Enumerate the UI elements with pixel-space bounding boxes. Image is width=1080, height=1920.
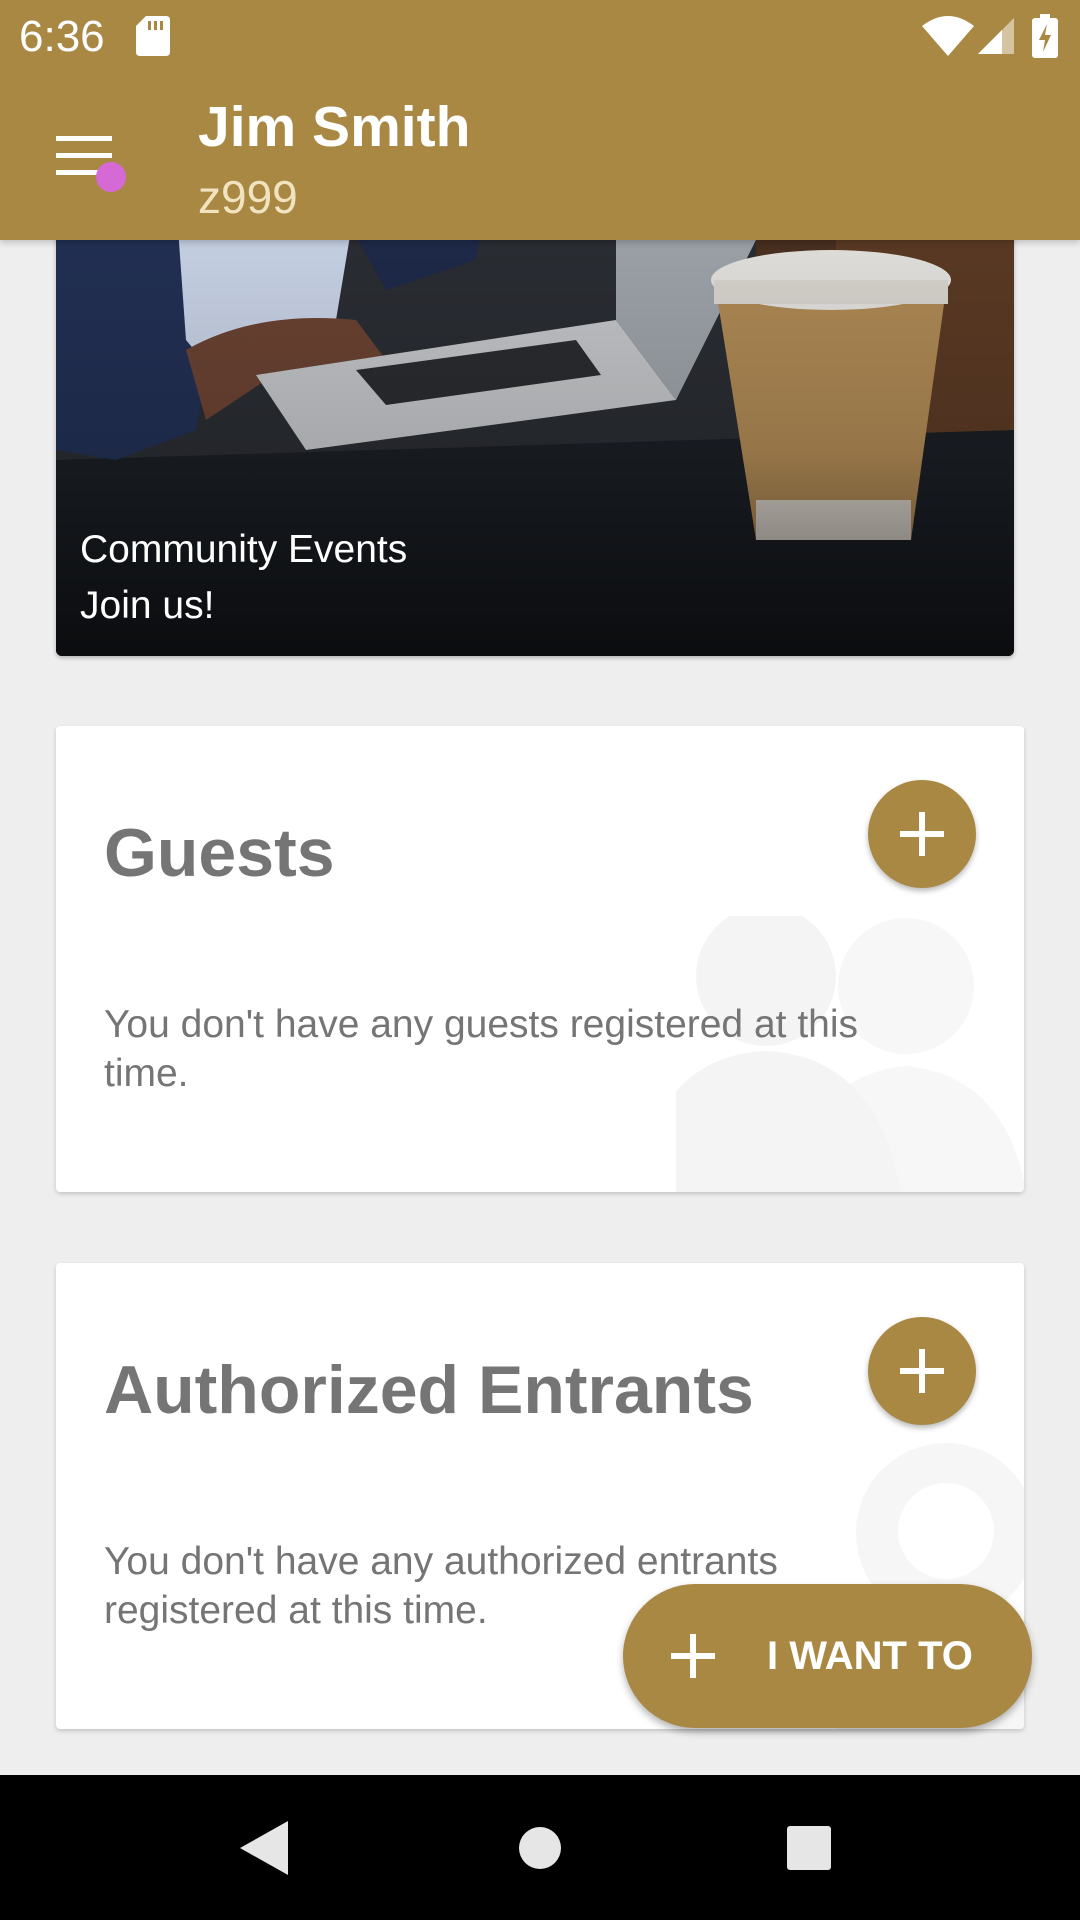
community-events-banner[interactable]: Community Events Join us! [56, 200, 1014, 656]
add-authorized-entrant-button[interactable] [868, 1317, 976, 1425]
add-guest-button[interactable] [868, 780, 976, 888]
status-time: 6:36 [19, 12, 105, 61]
menu-button[interactable] [40, 118, 140, 218]
i-want-to-button[interactable]: I WANT TO [623, 1584, 1032, 1728]
sd-card-icon [136, 16, 170, 56]
banner-subtitle: Join us! [80, 584, 215, 627]
guests-title: Guests [104, 815, 335, 891]
notification-dot [96, 162, 126, 192]
signal-icon [978, 18, 1014, 54]
battery-charging-icon [1032, 14, 1058, 58]
page-title: Jim Smith [198, 95, 471, 159]
plus-icon [671, 1634, 715, 1678]
recents-icon[interactable] [786, 1825, 832, 1871]
authorized-entrants-title: Authorized Entrants [104, 1352, 754, 1428]
plus-icon [900, 812, 944, 856]
wifi-icon [922, 16, 974, 56]
home-icon[interactable] [517, 1825, 563, 1871]
banner-title: Community Events [80, 528, 408, 571]
status-bar: 6:36 [0, 0, 1080, 72]
back-icon[interactable] [240, 1821, 290, 1875]
user-id: z999 [198, 171, 298, 223]
app-bar: 6:36 Jim Smith z999 [0, 0, 1080, 240]
guests-card: Guests You don't have any guests registe… [56, 726, 1024, 1192]
plus-icon [900, 1349, 944, 1393]
guests-empty-message: You don't have any guests registered at … [104, 1003, 859, 1095]
i-want-to-label: I WANT TO [767, 1634, 973, 1678]
system-nav-bar [0, 1775, 1080, 1920]
